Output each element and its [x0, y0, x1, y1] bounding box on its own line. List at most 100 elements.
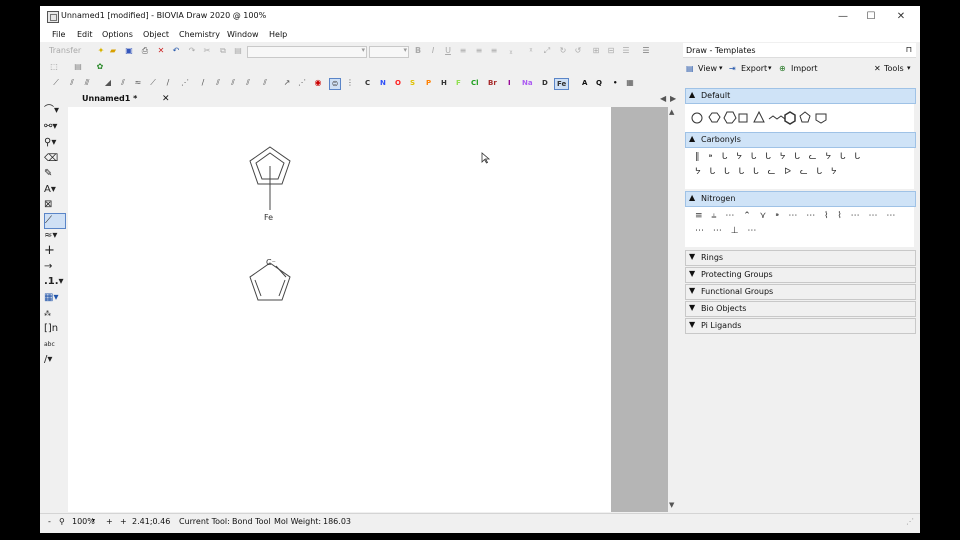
- element-n[interactable]: N: [380, 78, 386, 88]
- rotate-icon[interactable]: ↻: [558, 46, 568, 56]
- cyclobutane-icon[interactable]: [708, 112, 721, 123]
- underline-icon[interactable]: U: [443, 46, 453, 56]
- cyclopentadiene-icon[interactable]: [799, 111, 811, 123]
- bold-bond-icon[interactable]: ⟋: [148, 78, 158, 88]
- cyclohexane-icon[interactable]: [738, 113, 748, 123]
- cyclooctane-icon[interactable]: [815, 113, 827, 124]
- any-bond-icon[interactable]: ⫽: [228, 78, 238, 88]
- zoom-out-button[interactable]: -: [48, 517, 51, 526]
- close-button[interactable]: ✕: [886, 8, 916, 26]
- element-o[interactable]: O: [395, 78, 401, 88]
- cyclopropane-icon[interactable]: [691, 112, 703, 124]
- bond-tool-icon[interactable]: ⟋: [44, 213, 66, 229]
- wavy-bond-icon[interactable]: ≈▾: [44, 229, 64, 243]
- dashed-bond-icon[interactable]: ⋰: [180, 78, 190, 88]
- nitrogen-template-row-2[interactable]: ⋯ ⋯ ⊥ ⋯: [695, 226, 759, 236]
- menu-window[interactable]: Window: [227, 30, 259, 39]
- clean-structure-icon[interactable]: ✿: [95, 62, 105, 72]
- line-tool-icon[interactable]: /▾: [44, 353, 64, 367]
- section-rings-header[interactable]: ▼ Rings: [685, 250, 916, 266]
- import-button[interactable]: Import: [791, 64, 818, 73]
- font-size-select[interactable]: [369, 46, 409, 58]
- ring-bond-icon[interactable]: ⫽: [243, 78, 253, 88]
- layout-icon[interactable]: ▤: [73, 62, 83, 72]
- menu-options[interactable]: Options: [102, 30, 133, 39]
- maximize-button[interactable]: ☐: [856, 8, 886, 26]
- wavy-bond-icon[interactable]: ≈: [133, 78, 143, 88]
- section-carbonyls-header[interactable]: ▲ Carbonyls: [685, 132, 916, 148]
- element-p[interactable]: P: [426, 78, 431, 88]
- charge-plus-icon[interactable]: +: [44, 244, 64, 258]
- menu-edit[interactable]: Edit: [77, 30, 93, 39]
- delete-icon[interactable]: ✕: [156, 46, 166, 56]
- distribute-icon[interactable]: ☰: [641, 46, 651, 56]
- wedge-bond-icon[interactable]: ◢: [103, 78, 113, 88]
- ring-label-icon[interactable]: ⁂: [44, 307, 64, 321]
- subscript-icon[interactable]: ᵪ: [506, 46, 516, 56]
- frame-icon[interactable]: ⬚: [49, 62, 59, 72]
- rotate-left-icon[interactable]: ↺: [573, 46, 583, 56]
- align-left-icon[interactable]: ≡: [458, 46, 468, 56]
- element-i[interactable]: I: [508, 78, 511, 88]
- tab-scroll-left-icon[interactable]: ◀: [660, 94, 666, 103]
- export-button[interactable]: Export: [741, 64, 767, 73]
- tools-button[interactable]: Tools: [884, 64, 904, 73]
- section-protecting-groups-header[interactable]: ▼ Protecting Groups: [685, 267, 916, 283]
- hash-bond-icon[interactable]: ⫽: [118, 78, 128, 88]
- dotted-bond-icon[interactable]: ⋰: [297, 78, 307, 88]
- text-tool-icon[interactable]: A▾: [44, 183, 64, 197]
- view-button[interactable]: View: [698, 64, 717, 73]
- export-dropdown-icon[interactable]: ▾: [768, 64, 772, 72]
- font-family-select[interactable]: [247, 46, 367, 58]
- element-br[interactable]: Br: [488, 78, 497, 88]
- section-bio-objects-header[interactable]: ▼ Bio Objects: [685, 301, 916, 317]
- section-default-header[interactable]: ▲ Default: [685, 88, 916, 104]
- more-bonds-icon[interactable]: ⋮: [345, 78, 355, 88]
- abc-label-icon[interactable]: abc: [44, 338, 64, 352]
- chain-tool-icon[interactable]: ⚯▾: [44, 120, 64, 134]
- print-icon[interactable]: ⎙: [140, 46, 150, 56]
- carbonyl-template-row-2[interactable]: ᔭ ᒐ ᒐ ᒐ ᒐ ᓚ ᐅ ᓚ ᒐ ᔭ: [695, 167, 840, 177]
- template-tool-icon[interactable]: ⊠: [44, 198, 64, 212]
- cycloheptane-icon[interactable]: [753, 110, 765, 123]
- stop-icon[interactable]: ◉: [313, 78, 323, 88]
- document-tab[interactable]: Unnamed1 *: [78, 94, 141, 106]
- open-folder-icon[interactable]: ▰: [108, 46, 118, 56]
- query-q-button[interactable]: Q: [596, 78, 602, 88]
- section-pi-ligands-header[interactable]: ▼ Pi Ligands: [685, 318, 916, 334]
- resize-grip-icon[interactable]: ⋰: [906, 517, 914, 526]
- menu-help[interactable]: Help: [269, 30, 287, 39]
- atom-map-icon[interactable]: ⊜: [329, 78, 341, 90]
- atom-number-icon[interactable]: .1.▾: [44, 275, 64, 289]
- menu-object[interactable]: Object: [143, 30, 169, 39]
- group-icon[interactable]: ⊞: [591, 46, 601, 56]
- bold-icon[interactable]: B: [413, 46, 423, 56]
- zoom-icon[interactable]: ⚲▾: [44, 136, 64, 150]
- element-na[interactable]: Na: [522, 78, 533, 88]
- periodic-table-icon[interactable]: ▦: [625, 78, 635, 88]
- chair-icon[interactable]: [768, 115, 786, 120]
- lasso-select-icon[interactable]: ⌒▾: [44, 104, 64, 118]
- menu-file[interactable]: File: [52, 30, 65, 39]
- element-d[interactable]: D: [542, 78, 548, 88]
- cyclopentane-icon[interactable]: [723, 111, 737, 124]
- pin-icon[interactable]: ⊓: [906, 45, 912, 54]
- align-objects-icon[interactable]: ☰: [621, 46, 631, 56]
- element-c[interactable]: C: [365, 78, 370, 88]
- superscript-icon[interactable]: ᵡ: [526, 46, 536, 56]
- single-bond-icon[interactable]: ⟋: [51, 78, 61, 88]
- chain-bond-icon[interactable]: ⫽: [260, 78, 270, 88]
- cut-icon[interactable]: ✂: [202, 46, 212, 56]
- redo-icon[interactable]: ↷: [187, 46, 197, 56]
- radical-dot-button[interactable]: •: [613, 78, 617, 88]
- tab-scroll-right-icon[interactable]: ▶: [670, 94, 676, 103]
- ungroup-icon[interactable]: ⊟: [606, 46, 616, 56]
- aromatic-bond-icon[interactable]: ⫽: [213, 78, 223, 88]
- minimize-button[interactable]: —: [828, 8, 858, 26]
- flip-icon[interactable]: ⤢: [542, 46, 552, 56]
- tab-close-icon[interactable]: ✕: [162, 94, 170, 104]
- scroll-up-icon[interactable]: ▲: [669, 108, 674, 116]
- undo-icon[interactable]: ↶: [171, 46, 181, 56]
- zoom-dropdown-icon[interactable]: ▾: [92, 517, 95, 524]
- paste-icon[interactable]: ▤: [233, 46, 243, 56]
